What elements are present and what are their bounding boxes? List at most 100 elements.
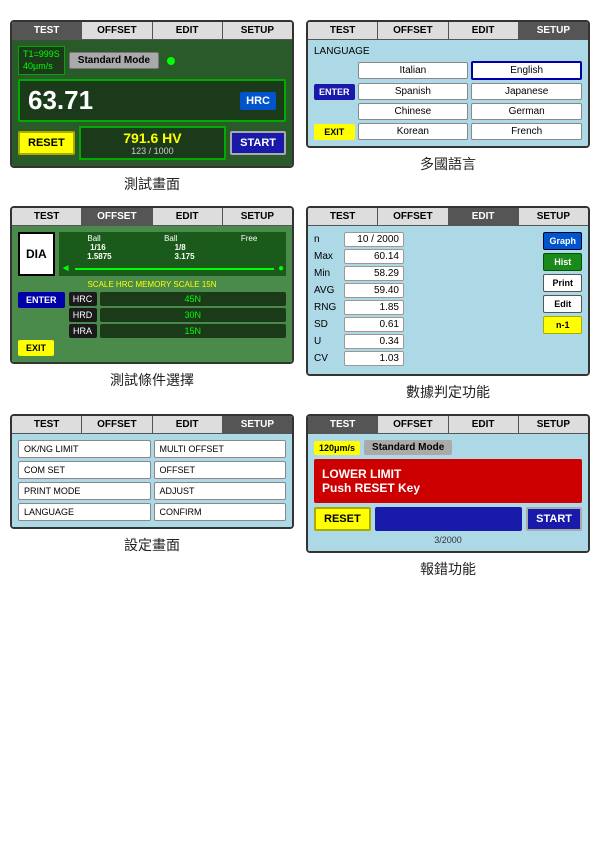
nav-setup-6[interactable]: SETUP: [519, 416, 588, 433]
nav-setup-4[interactable]: SETUP: [519, 208, 588, 225]
setup-item[interactable]: OK/NG LIMIT: [18, 440, 151, 458]
ball2-frac: 1/8: [175, 243, 186, 252]
hrc-label: HRC: [69, 292, 97, 306]
hrd-val: 30N: [100, 308, 286, 322]
lang-french[interactable]: French: [471, 123, 582, 140]
start-button[interactable]: START: [230, 131, 286, 155]
nav-offset-5[interactable]: OFFSET: [82, 416, 152, 433]
ball1-mm: 1.5875: [87, 252, 111, 261]
nav-test-4[interactable]: TEST: [308, 208, 378, 225]
mode-label: Standard Mode: [69, 52, 159, 69]
language-body: LANGUAGE Italian English ENTER Spanish J…: [308, 40, 588, 146]
nav-setup-2[interactable]: SETUP: [519, 22, 588, 39]
row-val: 1.85: [344, 300, 404, 315]
lang-korean[interactable]: Korean: [358, 123, 469, 140]
nav-edit-3[interactable]: EDIT: [153, 208, 223, 225]
reset-button[interactable]: RESET: [18, 131, 75, 155]
nav-edit-4[interactable]: EDIT: [449, 208, 519, 225]
nav-test-5[interactable]: TEST: [12, 416, 82, 433]
lang-english[interactable]: English: [471, 61, 582, 80]
main-value-display: 63.71 HRC: [18, 79, 286, 122]
data-btn-n-1[interactable]: n-1: [543, 316, 582, 334]
nav-edit-5[interactable]: EDIT: [153, 416, 223, 433]
nav-bar-3: TEST OFFSET EDIT SETUP: [12, 208, 292, 226]
panel-test-screen: TEST OFFSET EDIT SETUP T1=999S 40μm/s St…: [10, 20, 294, 194]
test-screen-panel: TEST OFFSET EDIT SETUP T1=999S 40μm/s St…: [10, 20, 294, 168]
row-val: 58.29: [344, 266, 404, 281]
row-val: 1.03: [344, 351, 404, 366]
data-row: U0.34: [314, 334, 539, 349]
reset-button-6[interactable]: RESET: [314, 507, 371, 531]
row-key: AVG: [314, 285, 342, 296]
speed-label: 120μm/s: [314, 441, 360, 455]
error-bottom-row: RESET START: [314, 507, 582, 531]
language-panel: TEST OFFSET EDIT SETUP LANGUAGE Italian …: [306, 20, 590, 148]
nav-offset-2[interactable]: OFFSET: [378, 22, 448, 39]
panel-data: TEST OFFSET EDIT SETUP n10 / 2000 Max60.1…: [306, 206, 590, 402]
caption-1: 測試畫面: [124, 174, 180, 194]
lang-italian[interactable]: Italian: [358, 62, 469, 79]
row-key: SD: [314, 319, 342, 330]
hardness-value: 63.71: [28, 85, 93, 116]
col-free: Free: [241, 234, 257, 243]
row-key: CV: [314, 353, 342, 364]
lang-japanese[interactable]: Japanese: [471, 83, 582, 100]
conditions-mid: ENTER HRC 45N HRD 30N HRA 15N: [18, 292, 286, 338]
row-key: RNG: [314, 302, 342, 313]
nav-offset-3[interactable]: OFFSET: [82, 208, 152, 225]
setup-item[interactable]: MULTI OFFSET: [154, 440, 287, 458]
lang-german[interactable]: German: [471, 103, 582, 120]
setup-item[interactable]: ADJUST: [154, 482, 287, 500]
hrc-val: 45N: [100, 292, 286, 306]
nav-edit-1[interactable]: EDIT: [153, 22, 223, 39]
row-val: 0.61: [344, 317, 404, 332]
nav-offset-1[interactable]: OFFSET: [82, 22, 152, 39]
row-val: 0.34: [344, 334, 404, 349]
status-dot: [167, 57, 175, 65]
nav-edit-6[interactable]: EDIT: [449, 416, 519, 433]
lang-chinese[interactable]: Chinese: [358, 103, 469, 120]
caption-6: 報錯功能: [420, 559, 476, 579]
data-btn-print[interactable]: Print: [543, 274, 582, 292]
exit-button-3[interactable]: EXIT: [18, 340, 54, 356]
test-conditions-body: DIA Ball Ball Free 1/16 1/8: [12, 226, 292, 362]
nav-setup-1[interactable]: SETUP: [223, 22, 292, 39]
setup-item[interactable]: CONFIRM: [154, 503, 287, 521]
setup-item[interactable]: PRINT MODE: [18, 482, 151, 500]
nav-setup-5[interactable]: SETUP: [223, 416, 292, 433]
enter-button[interactable]: ENTER: [314, 84, 355, 100]
unit-badge: HRC: [240, 92, 276, 110]
nav-test-2[interactable]: TEST: [308, 22, 378, 39]
start-button-6[interactable]: START: [526, 507, 582, 531]
dia-label: DIA: [18, 232, 55, 276]
setup-item[interactable]: OFFSET: [154, 461, 287, 479]
data-row: n10 / 2000: [314, 232, 539, 247]
exit-button[interactable]: EXIT: [314, 124, 355, 140]
data-btn-graph[interactable]: Graph: [543, 232, 582, 250]
lang-spanish[interactable]: Spanish: [358, 83, 469, 100]
nav-test-1[interactable]: TEST: [12, 22, 82, 39]
option-hrc: HRC 45N: [69, 292, 286, 306]
bottom-row: RESET 791.6 HV 123 / 1000 START: [18, 126, 286, 160]
option-col: HRC 45N HRD 30N HRA 15N: [69, 292, 286, 338]
data-btn-edit[interactable]: Edit: [543, 295, 582, 313]
nav-bar-2: TEST OFFSET EDIT SETUP: [308, 22, 588, 40]
count-sub: 3/2000: [314, 535, 582, 545]
setup-item[interactable]: COM SET: [18, 461, 151, 479]
nav-offset-6[interactable]: OFFSET: [378, 416, 448, 433]
conditions-table: Ball Ball Free 1/16 1/8 1.5875 3.175: [59, 232, 286, 276]
nav-edit-2[interactable]: EDIT: [449, 22, 519, 39]
data-row: Max60.14: [314, 249, 539, 264]
nav-test-3[interactable]: TEST: [12, 208, 82, 225]
error-line2: Push RESET Key: [322, 481, 574, 495]
enter-button-3[interactable]: ENTER: [18, 292, 65, 308]
language-grid: Italian English ENTER Spanish Japanese C…: [314, 61, 582, 140]
data-btn-hist[interactable]: Hist: [543, 253, 582, 271]
setup-item[interactable]: LANGUAGE: [18, 503, 151, 521]
row-key: n: [314, 234, 342, 245]
nav-offset-4[interactable]: OFFSET: [378, 208, 448, 225]
hv-value: 791.6 HV: [123, 130, 181, 146]
nav-test-6[interactable]: TEST: [308, 416, 378, 433]
nav-setup-3[interactable]: SETUP: [223, 208, 292, 225]
language-label: LANGUAGE: [314, 46, 582, 57]
